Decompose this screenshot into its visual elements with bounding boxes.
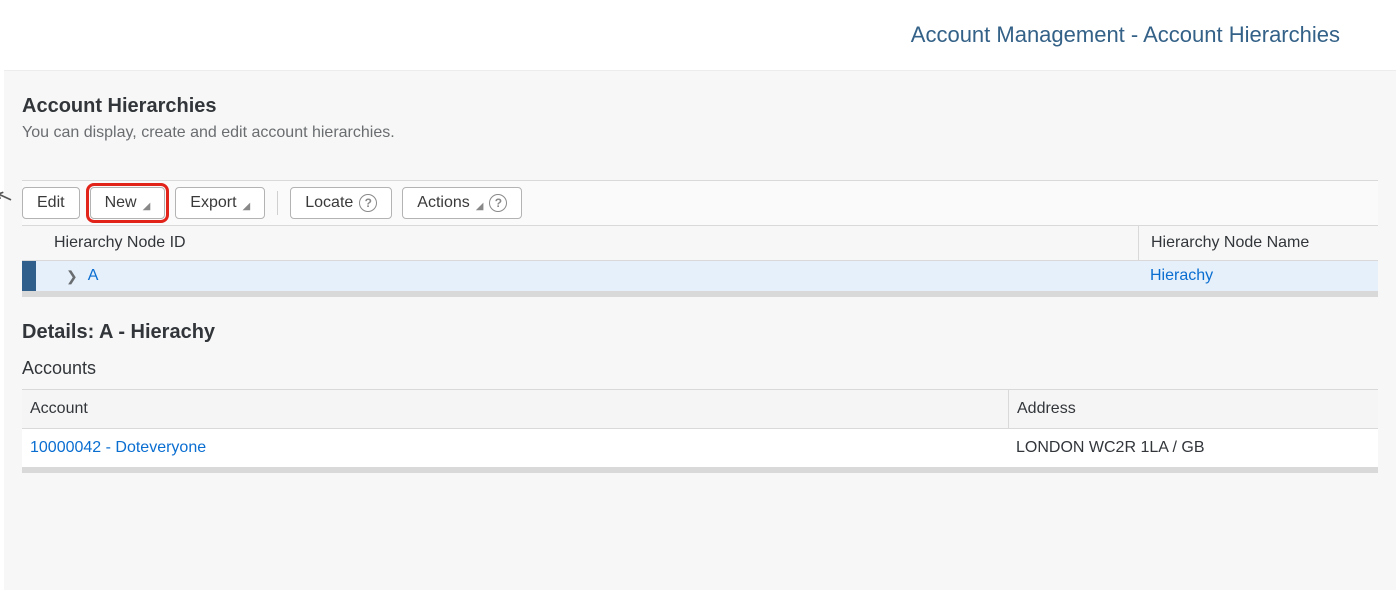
account-row[interactable]: 10000042 - Doteveryone LONDON WC2R 1LA /…: [22, 429, 1378, 467]
chevron-right-icon[interactable]: ❯: [66, 268, 78, 285]
dropdown-indicator-icon: ◢: [476, 196, 484, 218]
hierarchy-row[interactable]: ❯ A Hierachy: [22, 261, 1378, 291]
details-section: Details: A - Hierachy Accounts Account A…: [22, 297, 1378, 473]
hierarchy-tree-table: Hierarchy Node ID Hierarchy Node Name ❯ …: [22, 226, 1378, 297]
accounts-table: Account Address 10000042 - Doteveryone L…: [22, 389, 1378, 473]
help-icon: ?: [489, 194, 507, 212]
locate-button[interactable]: Locate ?: [290, 187, 392, 219]
section-title: Account Hierarchies: [22, 95, 1378, 118]
main-panel: Account Hierarchies You can display, cre…: [4, 70, 1396, 590]
new-button[interactable]: New ◢: [90, 187, 166, 219]
toolbar: Edit New ◢ Export ◢ Locate ? Actions ◢ ?: [22, 180, 1378, 226]
hierarchy-node-name-link[interactable]: Hierachy: [1150, 267, 1213, 284]
dropdown-indicator-icon: ◢: [243, 196, 251, 218]
page-title: Account Management - Account Hierarchies: [911, 22, 1340, 48]
selection-indicator: [22, 261, 36, 291]
page-header: Account Management - Account Hierarchies: [0, 0, 1400, 70]
help-icon: ?: [359, 194, 377, 212]
col-account[interactable]: Account: [22, 390, 1008, 428]
account-address: LONDON WC2R 1LA / GB: [1008, 429, 1378, 467]
accounts-table-header: Account Address: [22, 390, 1378, 429]
details-title: Details: A - Hierachy: [22, 321, 1378, 344]
col-address[interactable]: Address: [1008, 390, 1378, 428]
dropdown-indicator-icon: ◢: [143, 196, 151, 218]
locate-button-label: Locate: [305, 192, 353, 214]
hierarchy-table-header: Hierarchy Node ID Hierarchy Node Name: [22, 226, 1378, 261]
edit-button-label: Edit: [37, 192, 65, 214]
col-hierarchy-node-name[interactable]: Hierarchy Node Name: [1138, 226, 1378, 260]
col-hierarchy-node-id[interactable]: Hierarchy Node ID: [22, 226, 1138, 260]
actions-button[interactable]: Actions ◢ ?: [402, 187, 522, 219]
section-subtitle: You can display, create and edit account…: [22, 124, 1378, 142]
export-button[interactable]: Export ◢: [175, 187, 265, 219]
accounts-heading: Accounts: [22, 358, 1378, 379]
export-button-label: Export: [190, 192, 236, 214]
account-link[interactable]: 10000042 - Doteveryone: [22, 429, 1008, 467]
hierarchy-node-id-link[interactable]: A: [88, 267, 99, 285]
edit-button[interactable]: Edit: [22, 187, 80, 219]
toolbar-separator: [277, 191, 278, 215]
actions-button-label: Actions: [417, 192, 469, 214]
horizontal-scrollbar[interactable]: [22, 467, 1378, 473]
new-button-label: New: [105, 192, 137, 214]
